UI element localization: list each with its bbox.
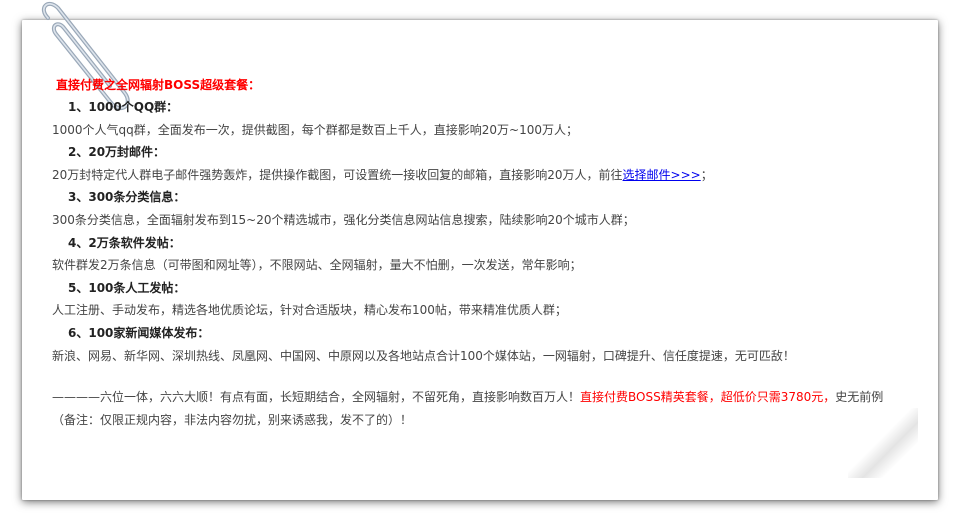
- section-title-software: 4、2万条软件发帖：: [68, 235, 181, 250]
- closing-text-start: ————六位一体，六六大顺！有点有面，长短期结合，全网辐射，不留死角，直接影响数…: [52, 390, 581, 405]
- page-stage: 直接付费之全网辐射BOSS超级套餐： 1、1000个QQ群： 1000个人气qq…: [0, 0, 958, 522]
- section-title-news: 6、100家新闻媒体发布：: [68, 325, 210, 340]
- section-body-manual: 人工注册、手动发布，精选各地优质论坛，针对合适版块，精心发布100帖，带来精准优…: [52, 303, 567, 318]
- section-body-classified: 300条分类信息，全面辐射发布到15~20个精选城市，强化分类信息网站信息搜索，…: [52, 212, 635, 227]
- section-title-email: 2、20万封邮件：: [68, 145, 166, 160]
- section-body-news: 新浪、网易、新华网、深圳热线、凤凰网、中国网、中原网以及各地站点合计100个媒体…: [52, 348, 795, 363]
- section-body-software: 软件群发2万条信息（可带图和网址等），不限网站、全网辐射，量大不怕删，一次发送，…: [52, 258, 582, 273]
- closing-paragraph: ————六位一体，六六大顺！有点有面，长短期结合，全网辐射，不留死角，直接影响数…: [52, 386, 904, 431]
- package-content: 直接付费之全网辐射BOSS超级套餐： 1、1000个QQ群： 1000个人气qq…: [52, 74, 912, 431]
- email-body-end: ；: [700, 167, 713, 182]
- package-headline: 直接付费之全网辐射BOSS超级套餐：: [56, 78, 261, 92]
- section-title-qq: 1、1000个QQ群：: [68, 100, 179, 114]
- section-body-qq: 1000个人气qq群，全面发布一次，提供截图，每个群都是数百上千人，直接影响20…: [52, 122, 579, 137]
- email-body-text: 20万封特定代人群电子邮件强势轰炸，提供操作截图，可设置统一接收回复的邮箱，直接…: [52, 167, 623, 182]
- select-email-link[interactable]: 选择邮件>>>: [623, 168, 701, 182]
- section-title-classified: 3、300条分类信息：: [68, 190, 186, 205]
- closing-offer-red: 直接付费BOSS精英套餐，超低价只需3780元，: [580, 390, 836, 405]
- section-title-manual: 5、100条人工发帖：: [68, 280, 186, 295]
- section-body-email: 20万封特定代人群电子邮件强势轰炸，提供操作截图，可设置统一接收回复的邮箱，直接…: [52, 164, 912, 187]
